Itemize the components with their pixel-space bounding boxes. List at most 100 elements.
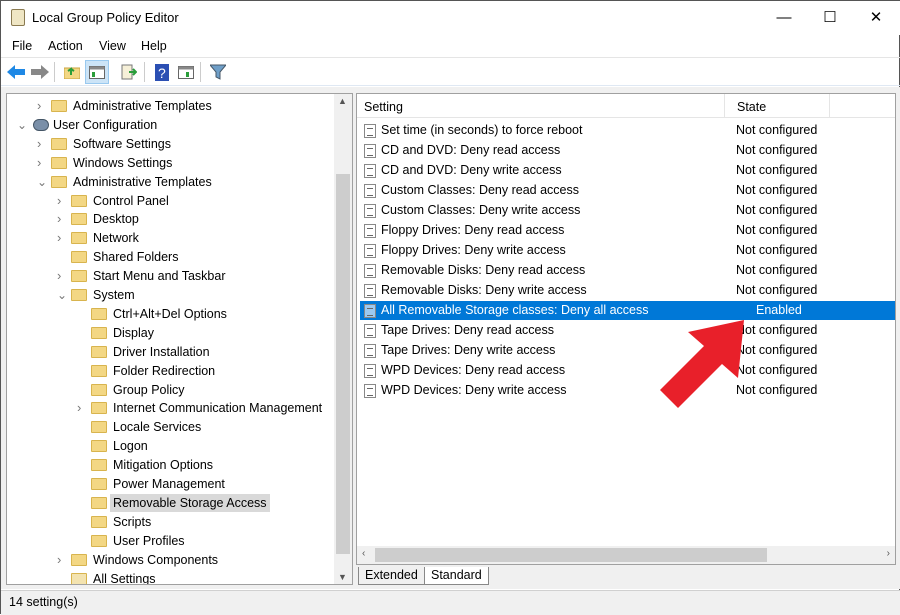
table-row[interactable]: Removable Disks: Deny read access Not con…	[360, 261, 895, 280]
toolbar: ?	[1, 57, 900, 86]
folder-icon	[91, 459, 107, 472]
tab-standard[interactable]: Standard	[424, 567, 489, 585]
scroll-down-icon[interactable]: ▼	[338, 572, 347, 582]
scrollbar-thumb[interactable]	[336, 174, 350, 554]
chevron-down-icon[interactable]: ⌄	[17, 116, 27, 134]
tree-item[interactable]: › Network	[7, 229, 334, 247]
table-row[interactable]: Custom Classes: Deny read access Not conf…	[360, 181, 895, 200]
folder-icon	[71, 232, 87, 245]
chevron-right-icon[interactable]: ›	[57, 210, 67, 228]
filter-button[interactable]	[208, 62, 228, 82]
tree-item[interactable]: All Settings	[7, 570, 334, 584]
policy-setting-icon	[364, 224, 376, 238]
list-horizontal-scrollbar[interactable]: ‹ ›	[357, 546, 895, 564]
show-action-pane-button[interactable]	[176, 62, 196, 82]
menu-file[interactable]: File	[12, 39, 32, 53]
folder-icon	[91, 440, 107, 453]
chevron-right-icon[interactable]: ›	[57, 229, 67, 247]
scroll-right-icon[interactable]: ›	[887, 548, 890, 559]
title-bar: Local Group Policy Editor — ☐ ✕	[1, 1, 900, 35]
tree-item[interactable]: › Windows Components	[7, 551, 334, 569]
export-list-icon	[121, 64, 137, 80]
tree-item[interactable]: ⌄ System	[7, 286, 334, 304]
chevron-right-icon[interactable]: ›	[77, 399, 87, 417]
scroll-left-icon[interactable]: ‹	[362, 548, 365, 559]
scroll-up-icon[interactable]: ▲	[338, 96, 347, 106]
up-one-level-button[interactable]	[62, 62, 82, 82]
tree-item[interactable]: Display	[7, 324, 334, 342]
menu-view[interactable]: View	[99, 39, 126, 53]
close-button[interactable]: ✕	[853, 1, 899, 35]
table-row[interactable]: WPD Devices: Deny read access Not configu…	[360, 361, 895, 380]
tree-item[interactable]: Removable Storage Access	[7, 493, 334, 512]
forward-button[interactable]	[30, 62, 50, 82]
chevron-right-icon[interactable]: ›	[57, 192, 67, 210]
tree-item[interactable]: User Profiles	[7, 532, 334, 550]
tree-item[interactable]: Scripts	[7, 513, 334, 531]
tree-item[interactable]: Power Management	[7, 475, 334, 493]
tree-item[interactable]: Group Policy	[7, 381, 334, 399]
menu-action[interactable]: Action	[48, 39, 83, 53]
column-header-state[interactable]: State	[737, 100, 766, 114]
tree-item-label: Ctrl+Alt+Del Options	[113, 306, 227, 321]
tree-item[interactable]: › Windows Settings	[7, 154, 334, 172]
tree-item[interactable]: Logon	[7, 437, 334, 455]
tree-item[interactable]: › Administrative Templates	[7, 97, 334, 115]
setting-state: Not configured	[736, 283, 818, 297]
back-button[interactable]	[6, 62, 26, 82]
tree-item[interactable]: ⌄ Administrative Templates	[7, 173, 334, 191]
table-row[interactable]: Tape Drives: Deny write access Not config…	[360, 341, 895, 360]
show-hide-console-tree-button[interactable]	[85, 60, 109, 84]
tree-item[interactable]: Ctrl+Alt+Del Options	[7, 305, 334, 323]
tree-item[interactable]: › Control Panel	[7, 192, 334, 210]
table-row[interactable]: Floppy Drives: Deny write access Not conf…	[360, 241, 895, 260]
table-row[interactable]: Set time (in seconds) to force reboot Not…	[360, 121, 895, 140]
table-row[interactable]: CD and DVD: Deny read access Not configur…	[360, 141, 895, 160]
table-row[interactable]: Custom Classes: Deny write access Not con…	[360, 201, 895, 220]
table-row[interactable]: Tape Drives: Deny read access Not configu…	[360, 321, 895, 340]
chevron-right-icon[interactable]: ›	[57, 551, 67, 569]
show-action-pane-icon	[178, 65, 194, 79]
tree-vertical-scrollbar[interactable]: ▲ ▼	[334, 94, 352, 584]
maximize-button[interactable]: ☐	[807, 1, 853, 35]
chevron-right-icon[interactable]: ›	[57, 267, 67, 285]
table-row[interactable]: WPD Devices: Deny write access Not config…	[360, 381, 895, 400]
chevron-right-icon[interactable]: ›	[37, 154, 47, 172]
tree-item[interactable]: Folder Redirection	[7, 362, 334, 380]
tree-item-label: Display	[113, 325, 154, 340]
scrollbar-thumb[interactable]	[375, 548, 767, 562]
table-row[interactable]: All Removable Storage classes: Deny all …	[360, 301, 895, 320]
policy-setting-icon	[364, 264, 376, 278]
chevron-down-icon[interactable]: ⌄	[57, 286, 67, 304]
tree-item-label: Driver Installation	[113, 344, 210, 359]
menu-help[interactable]: Help	[141, 39, 167, 53]
folder-icon	[91, 383, 107, 396]
table-row[interactable]: Floppy Drives: Deny read access Not confi…	[360, 221, 895, 240]
table-row[interactable]: Removable Disks: Deny write access Not co…	[360, 281, 895, 300]
tree-item[interactable]: › Internet Communication Management	[7, 399, 334, 417]
tree-item[interactable]: Shared Folders	[7, 248, 334, 266]
tab-extended[interactable]: Extended	[358, 567, 425, 585]
chevron-down-icon[interactable]: ⌄	[37, 173, 47, 191]
tree-item[interactable]: › Start Menu and Taskbar	[7, 267, 334, 285]
export-list-button[interactable]	[119, 62, 139, 82]
help-button[interactable]: ?	[152, 62, 172, 82]
tree-item[interactable]: ⌄ User Configuration	[7, 116, 334, 134]
tree-item[interactable]: › Desktop	[7, 210, 334, 228]
folder-icon	[51, 175, 67, 188]
column-header-setting[interactable]: Setting	[364, 100, 403, 114]
tree-item[interactable]: Locale Services	[7, 418, 334, 436]
chevron-right-icon[interactable]: ›	[37, 97, 47, 115]
tree-item-label: Desktop	[93, 212, 139, 227]
tree-item[interactable]: Driver Installation	[7, 343, 334, 361]
minimize-button[interactable]: —	[761, 1, 807, 35]
tree-item-label: Group Policy	[113, 382, 185, 397]
setting-name: Floppy Drives: Deny write access	[381, 243, 566, 257]
tree-item[interactable]: Mitigation Options	[7, 456, 334, 474]
tree-item-label: System	[93, 288, 135, 302]
policy-setting-icon	[364, 304, 376, 318]
table-row[interactable]: CD and DVD: Deny write access Not configu…	[360, 161, 895, 180]
tree-item-label: Control Panel	[93, 193, 169, 208]
chevron-right-icon[interactable]: ›	[37, 135, 47, 153]
tree-item[interactable]: › Software Settings	[7, 135, 334, 153]
